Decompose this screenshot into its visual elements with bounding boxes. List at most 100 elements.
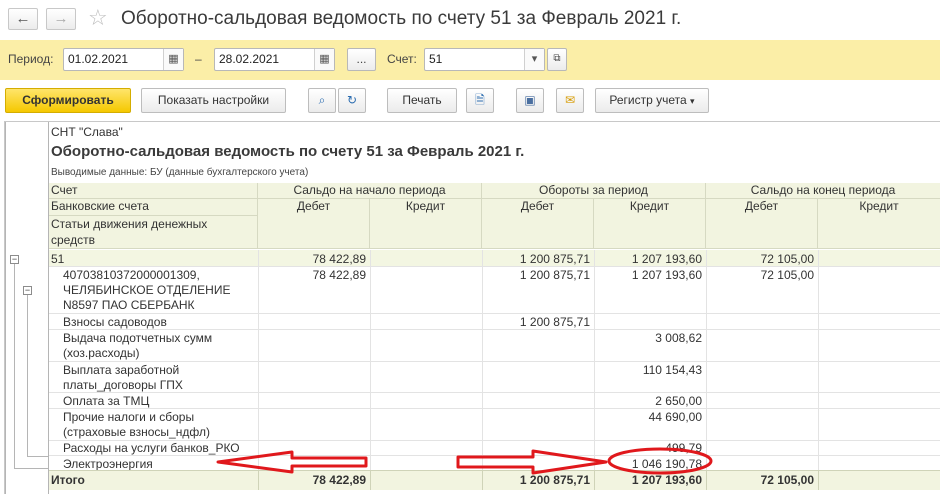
header-account: Счет xyxy=(49,183,258,199)
turnover-credit: 499,79 xyxy=(665,441,702,455)
totals-closing-debit: 72 105,00 xyxy=(760,473,814,487)
header-opening-credit: Кредит xyxy=(370,199,482,249)
preview-button[interactable]: 🗎 xyxy=(466,88,494,113)
save-button[interactable]: ▣ xyxy=(516,88,544,113)
totals-turnover-credit: 1 207 193,60 xyxy=(631,473,702,487)
account-label: Счет: xyxy=(387,52,417,66)
output-data-note: Выводимые данные: БУ (данные бухгалтерск… xyxy=(51,167,309,178)
print-button[interactable]: Печать xyxy=(387,88,457,113)
save-icon: ▣ xyxy=(524,93,536,107)
header-opening-balance: Сальдо на начало периода xyxy=(258,183,482,199)
date-from-value: 01.02.2021 xyxy=(68,52,129,66)
column-divider xyxy=(818,470,819,490)
collapse-icon[interactable]: − xyxy=(10,255,19,264)
account-field[interactable]: 51 ▾ xyxy=(424,48,545,71)
group-line xyxy=(14,262,15,468)
date-to-field[interactable]: 28.02.2021 ▦ xyxy=(214,48,335,71)
header-cash-flow-line2: средств xyxy=(51,233,95,247)
open-account-button[interactable]: ⧉ xyxy=(547,48,567,71)
turnover-debit: 1 200 875,71 xyxy=(519,315,590,329)
group-line xyxy=(14,468,48,469)
column-divider xyxy=(370,470,371,490)
turnover-credit: 2 650,00 xyxy=(655,394,702,408)
generate-button[interactable]: Сформировать xyxy=(5,88,131,113)
turnover-credit: 3 008,62 xyxy=(655,331,702,345)
totals-turnover-debit: 1 200 875,71 xyxy=(519,473,590,487)
column-divider xyxy=(258,250,259,470)
turnover-debit: 1 200 875,71 xyxy=(519,252,590,266)
gutter-border xyxy=(5,122,6,494)
closing-debit: 72 105,00 xyxy=(760,252,814,266)
column-divider xyxy=(594,250,595,470)
column-divider xyxy=(482,470,483,490)
closing-debit: 72 105,00 xyxy=(760,268,814,282)
turnover-credit: 44 690,00 xyxy=(648,410,702,424)
row-divider xyxy=(49,361,940,362)
search-icon: ⌕ xyxy=(318,93,326,107)
report-sheet[interactable]: − − СНТ "Слава" Оборотно-сальдовая ведом… xyxy=(4,121,940,494)
date-to-value: 28.02.2021 xyxy=(219,52,280,66)
register-dropdown[interactable]: Регистр учета ▾ xyxy=(595,88,709,113)
header-turnover-debit: Дебет xyxy=(482,199,594,249)
row-divider xyxy=(49,455,940,456)
gutter-border xyxy=(48,122,49,494)
title-bar: ← → ☆ Оборотно-сальдовая ведомость по сч… xyxy=(0,0,940,38)
parameters-panel: Период: 01.02.2021 ▦ – 28.02.2021 ▦ ... … xyxy=(0,40,940,80)
org-name: СНТ "Слава" xyxy=(51,125,123,139)
header-turnover: Обороты за период xyxy=(482,183,706,199)
bank-account-line2: ЧЕЛЯБИНСКОЕ ОТДЕЛЕНИЕ xyxy=(63,283,231,297)
cash-flow-item: Оплата за ТМЦ xyxy=(63,394,150,408)
totals-opening-debit: 78 422,89 xyxy=(312,473,366,487)
period-dash: – xyxy=(195,52,202,66)
column-divider xyxy=(706,250,707,470)
column-divider xyxy=(818,250,819,470)
turnover-credit: 1 207 193,60 xyxy=(631,268,702,282)
group-line xyxy=(27,292,28,456)
totals-label: Итого xyxy=(51,473,85,487)
chevron-down-icon: ▾ xyxy=(690,96,695,106)
row-divider xyxy=(49,408,940,409)
account-code: 51 xyxy=(51,252,65,266)
column-divider xyxy=(258,470,259,490)
forward-button[interactable]: → xyxy=(46,8,76,30)
report-title: Оборотно-сальдовая ведомость по счету 51… xyxy=(51,143,525,160)
column-divider xyxy=(482,250,483,470)
collapse-icon[interactable]: − xyxy=(23,286,32,295)
turnover-credit: 110 154,43 xyxy=(642,363,702,377)
search-next-button[interactable]: ↻ xyxy=(338,88,366,113)
register-label: Регистр учета xyxy=(609,93,687,107)
dropdown-icon[interactable]: ▾ xyxy=(524,49,544,70)
header-closing-debit: Дебет xyxy=(706,199,818,249)
mail-icon: ✉ xyxy=(564,93,576,107)
row-divider xyxy=(49,329,940,330)
cash-flow-item-line1: Прочие налоги и сборы xyxy=(63,410,195,424)
date-from-field[interactable]: 01.02.2021 ▦ xyxy=(63,48,184,71)
turnover-debit: 1 200 875,71 xyxy=(519,268,590,282)
opening-debit: 78 422,89 xyxy=(312,252,366,266)
search-button[interactable]: ⌕ xyxy=(308,88,336,113)
column-divider xyxy=(370,250,371,470)
period-select-button[interactable]: ... xyxy=(347,48,376,71)
header-closing-balance: Сальдо на конец периода xyxy=(706,183,940,199)
cash-flow-item: Расходы на услуги банков_РКО xyxy=(63,441,240,455)
window-title: Оборотно-сальдовая ведомость по счету 51… xyxy=(121,8,682,29)
open-link-icon: ⧉ xyxy=(553,53,561,64)
cash-flow-item: Электроэнергия xyxy=(63,457,153,471)
email-button[interactable]: ✉ xyxy=(556,88,584,113)
search-refresh-icon: ↻ xyxy=(346,93,358,107)
header-closing-credit: Кредит xyxy=(818,199,940,249)
header-cash-flow: Статьи движения денежных средств xyxy=(49,216,258,249)
totals-row[interactable]: Итого 78 422,89 1 200 875,71 1 207 193,6… xyxy=(49,470,940,490)
star-icon[interactable]: ☆ xyxy=(88,5,108,31)
cash-flow-item-line2: (страховые взносы_ндфл) xyxy=(63,425,210,439)
calendar-icon[interactable]: ▦ xyxy=(314,49,334,70)
column-divider xyxy=(594,470,595,490)
back-button[interactable]: ← xyxy=(8,8,38,30)
turnover-credit: 1 207 193,60 xyxy=(631,252,702,266)
opening-debit: 78 422,89 xyxy=(312,268,366,282)
cash-flow-item-line2: (хоз.расходы) xyxy=(63,346,140,360)
show-settings-button[interactable]: Показать настройки xyxy=(141,88,286,113)
header-turnover-credit: Кредит xyxy=(594,199,706,249)
bank-account-line3: N8597 ПАО СБЕРБАНК xyxy=(63,298,195,312)
calendar-icon[interactable]: ▦ xyxy=(163,49,183,70)
